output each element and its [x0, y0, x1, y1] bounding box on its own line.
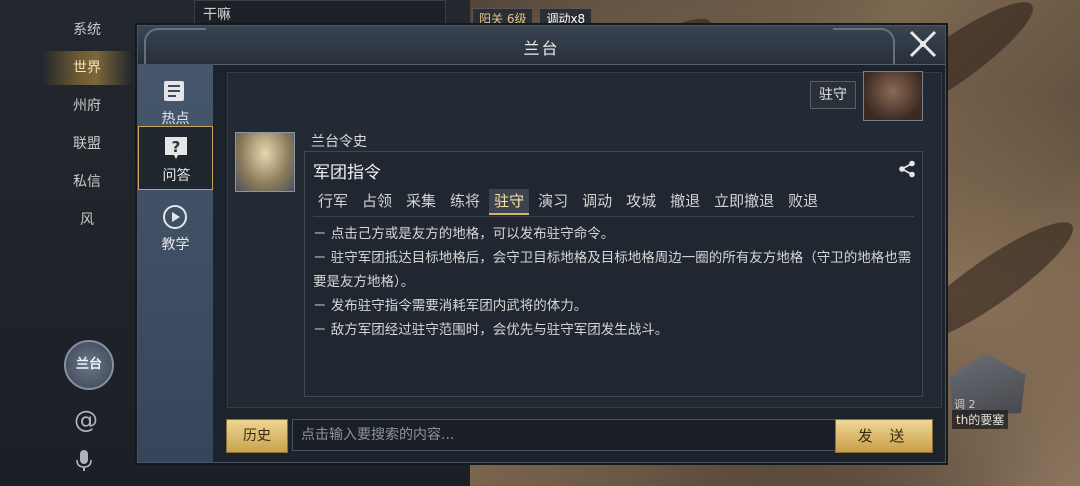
- nav-label-qa: 问答: [162, 168, 191, 184]
- chat-channel-sidebar: 系统 世界 州府 联盟 私信 风 兰台 @: [0, 0, 135, 486]
- chat-message-strip: 干嘛: [194, 0, 446, 28]
- nav-label-tutorial: 教学: [161, 237, 190, 253]
- dialog-header: 兰台: [138, 26, 945, 65]
- tab-gather[interactable]: 采集: [401, 189, 441, 215]
- nav-item-tutorial[interactable]: 教学: [138, 196, 213, 260]
- send-button[interactable]: 发 送: [835, 419, 933, 453]
- tab-retreat[interactable]: 撤退: [665, 189, 705, 215]
- answer-body: － 点击己方或是友方的地格，可以发布驻守命令。 － 驻守军团抵达目标地格后，会守…: [313, 222, 913, 342]
- search-input[interactable]: [292, 419, 845, 451]
- nav-label-hot: 热点: [161, 111, 190, 127]
- sidebar-item-world[interactable]: 世界: [42, 51, 132, 85]
- sidebar-item-feng[interactable]: 风: [42, 203, 132, 237]
- sidebar-item-province[interactable]: 州府: [42, 89, 132, 123]
- news-icon: [164, 81, 184, 101]
- sidebar-item-alliance[interactable]: 联盟: [42, 127, 132, 161]
- lantai-dialog: 兰台 热点 ? 问答 教学 驻守 兰台令史 军团指令 行军 占领 采集 练将 驻…: [137, 25, 946, 463]
- answer-line: － 敌方军团经过驻守范围时，会优先与驻守军团发生战斗。: [313, 322, 669, 338]
- tab-garrison[interactable]: 驻守: [489, 189, 530, 215]
- nav-item-qa[interactable]: ? 问答: [138, 126, 213, 190]
- npc-name: 兰台令史: [311, 134, 367, 150]
- user-message-bubble: 驻守: [810, 81, 856, 109]
- question-icon: ?: [165, 137, 187, 159]
- dialog-nav: 热点 ? 问答 教学: [138, 64, 213, 462]
- answer-line: － 发布驻守指令需要消耗军团内武将的体力。: [313, 298, 588, 314]
- answer-line: － 点击己方或是友方的地格，可以发布驻守命令。: [313, 226, 615, 242]
- tab-instant-retreat[interactable]: 立即撤退: [709, 189, 779, 215]
- dialog-title: 兰台: [523, 39, 560, 58]
- svg-text:?: ?: [172, 138, 181, 156]
- history-button[interactable]: 历史: [226, 419, 288, 453]
- nav-item-hot[interactable]: 热点: [138, 70, 213, 134]
- tab-rout[interactable]: 败退: [783, 189, 823, 215]
- answer-line: － 驻守军团抵达目标地格后，会守卫目标地格及目标地格周边一圈的所有友方地格（守卫…: [313, 250, 912, 290]
- user-avatar: [863, 71, 923, 121]
- mention-icon[interactable]: @: [74, 406, 98, 434]
- sidebar-item-private[interactable]: 私信: [42, 165, 132, 199]
- microphone-icon[interactable]: [76, 450, 92, 472]
- lantai-badge-button[interactable]: 兰台: [64, 340, 114, 390]
- tab-dispatch[interactable]: 调动: [577, 189, 617, 215]
- answer-card: 军团指令 行军 占领 采集 练将 驻守 演习 调动 攻城 撤退 立即撤退 败退 …: [304, 151, 923, 397]
- chat-message-text: 干嘛: [203, 7, 231, 23]
- tab-march[interactable]: 行军: [313, 189, 353, 215]
- tab-drill[interactable]: 演习: [533, 189, 573, 215]
- share-icon[interactable]: [898, 160, 916, 178]
- play-icon: [163, 205, 187, 229]
- answer-title: 军团指令: [313, 163, 381, 183]
- npc-avatar: [235, 132, 295, 192]
- tab-occupy[interactable]: 占领: [357, 189, 397, 215]
- tab-divider: [313, 216, 914, 217]
- tab-siege[interactable]: 攻城: [621, 189, 661, 215]
- close-icon[interactable]: [903, 24, 943, 64]
- city-label: th的要塞: [952, 410, 1009, 429]
- sidebar-item-system[interactable]: 系统: [42, 13, 132, 47]
- tab-train[interactable]: 练将: [445, 189, 485, 215]
- command-tabs: 行军 占领 采集 练将 驻守 演习 调动 攻城 撤退 立即撤退 败退: [313, 189, 827, 215]
